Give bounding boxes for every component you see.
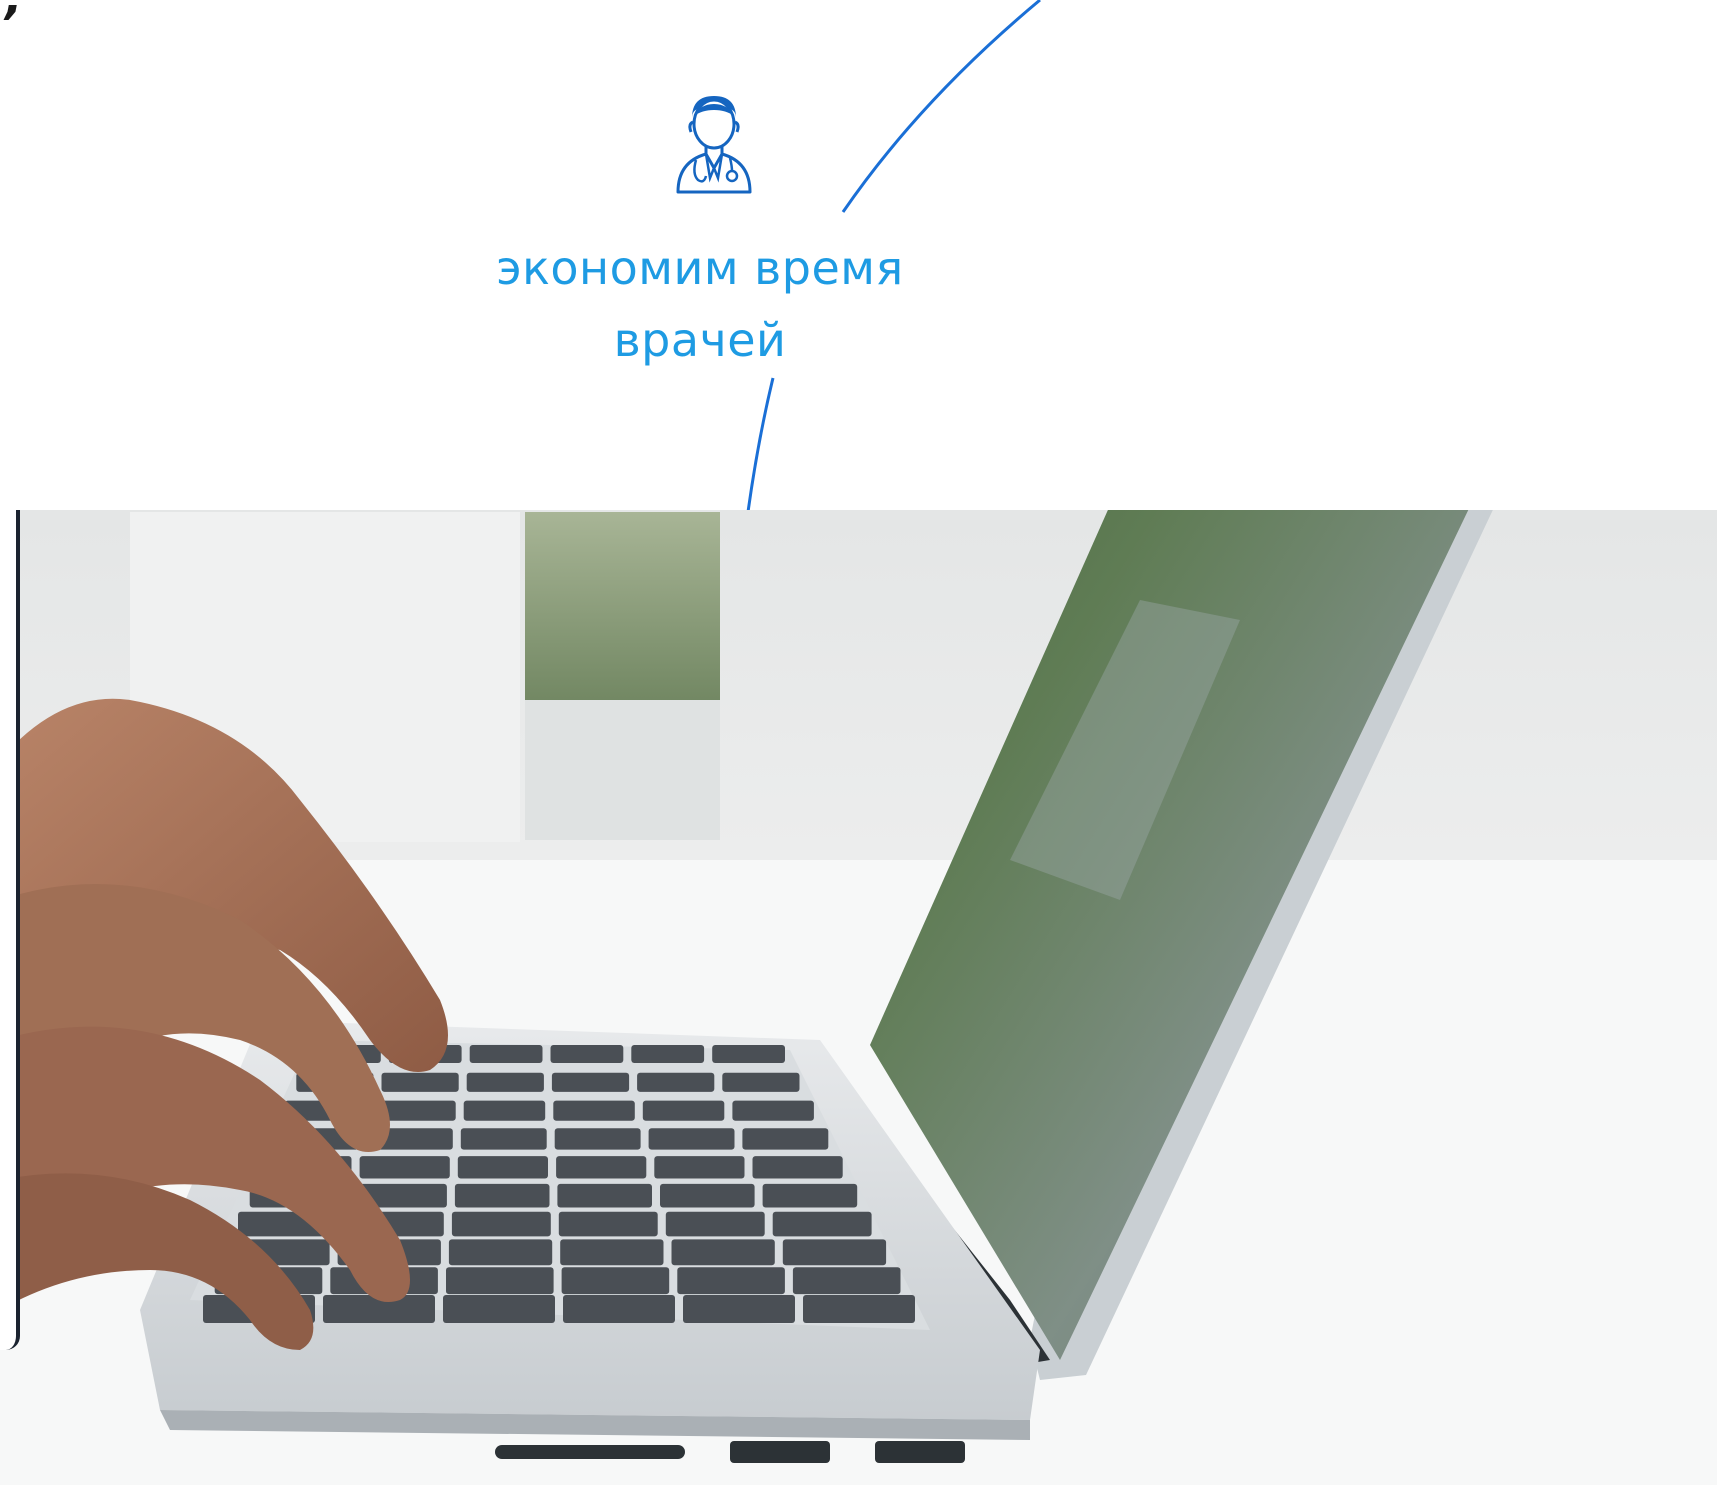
stray-comma: ’ — [0, 0, 19, 52]
upper-arc — [841, 0, 1041, 213]
benefit-line-2: врачей — [613, 313, 787, 367]
laptop-ports — [495, 1441, 965, 1463]
slide: ’ экономим время врачей — [0, 0, 1717, 1485]
left-panel-edge — [0, 510, 20, 1350]
lower-arc — [746, 377, 775, 513]
benefit-line-1: экономим время — [496, 241, 904, 295]
benefit-caption: экономим время врачей — [440, 232, 960, 376]
doctor-icon — [670, 88, 758, 196]
laptop-photo — [0, 510, 1717, 1485]
